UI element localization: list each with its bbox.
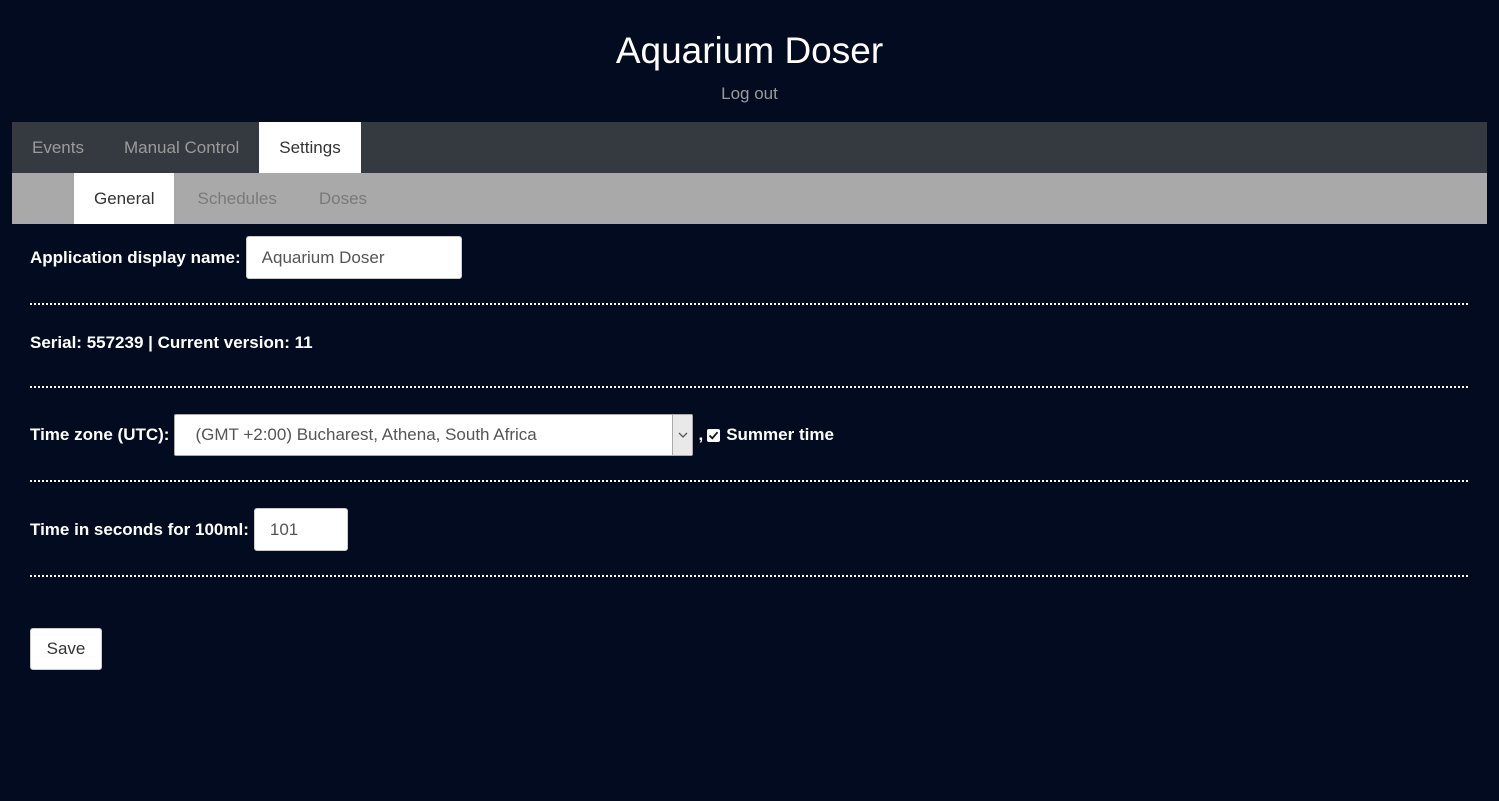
header: Aquarium Doser Log out xyxy=(0,0,1499,122)
time-100ml-input[interactable] xyxy=(253,508,348,551)
section-divider xyxy=(30,480,1468,482)
subtab-schedules[interactable]: Schedules xyxy=(177,173,296,224)
time-100ml-label: Time in seconds for 100ml: xyxy=(30,519,249,539)
timezone-row: Time zone (UTC): (GMT +2:00) Bucharest, … xyxy=(30,414,834,456)
section-divider xyxy=(30,303,1468,305)
save-button[interactable]: Save xyxy=(30,628,102,670)
timezone-selected-value: (GMT +2:00) Bucharest, Athena, South Afr… xyxy=(195,425,537,444)
tab-events[interactable]: Events xyxy=(12,122,104,173)
summer-time-label: Summer time xyxy=(726,425,834,444)
display-name-label: Application display name: xyxy=(30,247,241,267)
settings-sub-tab-bar: General Schedules Doses xyxy=(12,173,1487,224)
timezone-label: Time zone (UTC): xyxy=(30,425,170,444)
timezone-separator: , xyxy=(698,425,704,444)
time-100ml-row: Time in seconds for 100ml: xyxy=(30,508,348,551)
tab-manual-control[interactable]: Manual Control xyxy=(104,122,259,173)
serial-version-text: Serial: 557239 | Current version: 11 xyxy=(30,333,313,352)
main-tab-bar: Events Manual Control Settings xyxy=(12,122,1487,173)
summer-time-checkbox[interactable] xyxy=(707,428,721,442)
timezone-select[interactable]: (GMT +2:00) Bucharest, Athena, South Afr… xyxy=(174,414,694,456)
section-divider xyxy=(30,386,1468,388)
app-title: Aquarium Doser xyxy=(615,30,884,71)
tab-settings[interactable]: Settings xyxy=(259,122,361,173)
chevron-down-icon[interactable] xyxy=(672,415,693,455)
logout-link[interactable]: Log out xyxy=(0,84,1499,104)
section-divider xyxy=(30,575,1468,577)
serial-row: Serial: 557239 | Current version: 11 xyxy=(30,332,313,354)
display-name-input[interactable] xyxy=(245,236,462,279)
subtab-general[interactable]: General xyxy=(74,173,175,224)
subtab-doses[interactable]: Doses xyxy=(299,173,387,224)
display-name-row: Application display name: xyxy=(30,236,462,279)
checkmark-icon xyxy=(709,431,719,440)
